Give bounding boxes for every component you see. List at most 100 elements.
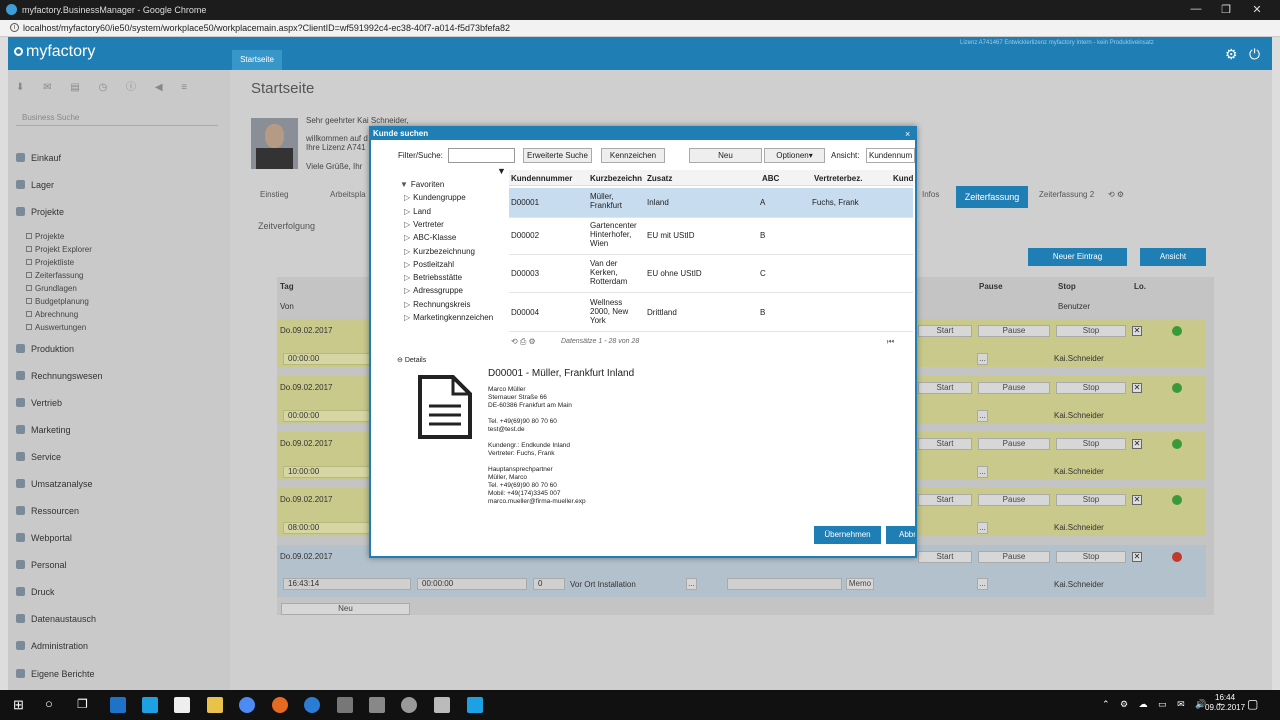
- stop-button[interactable]: Stop: [1056, 551, 1126, 563]
- lookup-button[interactable]: ...: [977, 410, 988, 422]
- start-button[interactable]: Start: [918, 494, 972, 506]
- details-toggle[interactable]: ⊖ Details: [397, 356, 426, 364]
- sidebar-item-service[interactable]: Service: [16, 452, 216, 462]
- memo-button[interactable]: Memo: [846, 578, 874, 590]
- tree-node[interactable]: ▷ Land: [404, 207, 431, 216]
- delete-icon[interactable]: ✕: [1132, 439, 1142, 449]
- task-view-icon[interactable]: ❐: [77, 697, 88, 711]
- col-von[interactable]: Von: [280, 302, 294, 311]
- count-field[interactable]: 0: [533, 578, 565, 590]
- sidebar-item-druck[interactable]: Druck: [16, 587, 216, 597]
- pause-button[interactable]: Pause: [978, 551, 1050, 563]
- tree-node[interactable]: ▷ Vertreter: [404, 220, 444, 229]
- table-row[interactable]: [509, 255, 913, 293]
- lookup-button[interactable]: ...: [977, 353, 988, 365]
- apply-button[interactable]: Übernehmen: [814, 526, 881, 544]
- pause-button[interactable]: Pause: [978, 438, 1050, 450]
- start-time-field[interactable]: 16:43:14: [283, 578, 411, 590]
- sidebar-item-administration[interactable]: Administration: [16, 641, 216, 651]
- url-text[interactable]: localhost/myfactory60/ie50/system/workpl…: [23, 23, 510, 33]
- power-icon[interactable]: ⏻: [1249, 46, 1260, 63]
- settings-gear-icon[interactable]: ⚙: [1225, 46, 1238, 63]
- sidebar-item-ressourcen[interactable]: Ressourcen: [16, 506, 216, 516]
- skype-business-icon[interactable]: [467, 697, 483, 713]
- stop-button[interactable]: Stop: [1056, 382, 1126, 394]
- minimize-button[interactable]: —: [1186, 3, 1206, 15]
- chrome-icon[interactable]: [239, 697, 255, 713]
- tree-node[interactable]: ▷ Postleitzahl: [404, 260, 454, 269]
- search-icon[interactable]: ○: [45, 696, 53, 711]
- col-benutzer[interactable]: Benutzer: [1058, 302, 1090, 311]
- sidebar-item-marketing[interactable]: Marketing: [16, 425, 216, 435]
- notepad-icon[interactable]: [434, 697, 450, 713]
- explorer-icon[interactable]: [207, 697, 223, 713]
- tab-arbeitsplatz[interactable]: Arbeitspla: [330, 190, 366, 204]
- sidebar-item-produktion[interactable]: Produktion: [16, 344, 216, 354]
- delete-icon[interactable]: ✕: [1132, 326, 1142, 336]
- activity-lookup-button[interactable]: ...: [686, 578, 697, 590]
- first-page-icon[interactable]: ⏮: [887, 337, 894, 347]
- col-kurzbezeichnung[interactable]: Kurzbezeichn: [590, 174, 642, 183]
- skype-icon[interactable]: [142, 697, 158, 713]
- sidebar-subitem[interactable]: Abrechnung: [26, 310, 78, 319]
- sidebar-subitem[interactable]: Projektliste: [26, 258, 74, 267]
- clock[interactable]: 16:44 09.02.2017: [1205, 693, 1245, 713]
- sidebar-item-vertrieb[interactable]: Vertrieb: [16, 398, 216, 408]
- tree-node[interactable]: ▷ Betriebsstätte: [404, 273, 462, 282]
- pause-button[interactable]: Pause: [978, 494, 1050, 506]
- sidebar-item-eigene-berichte[interactable]: Eigene Berichte: [16, 669, 216, 679]
- lookup-button[interactable]: ...: [977, 522, 988, 534]
- tab-zeiterfassung-2[interactable]: Zeiterfassung 2: [1039, 190, 1094, 204]
- start-button[interactable]: Start: [918, 438, 972, 450]
- notifications-icon[interactable]: ▢: [1247, 697, 1258, 711]
- tree-node[interactable]: ▼ Favoriten: [400, 180, 444, 189]
- pause-button[interactable]: Pause: [978, 325, 1050, 337]
- tree-node[interactable]: ▷ Rechnungskreis: [404, 300, 471, 309]
- view-button[interactable]: Ansicht: [1140, 248, 1206, 266]
- new-customer-button[interactable]: Neu: [689, 148, 762, 163]
- maximize-button[interactable]: ❐: [1216, 3, 1236, 16]
- tools-icon[interactable]: [337, 697, 353, 713]
- filter-icon[interactable]: ▼: [497, 166, 506, 176]
- table-row[interactable]: [509, 294, 913, 332]
- col-abc[interactable]: ABC: [762, 174, 779, 183]
- tree-node[interactable]: ▷ Marketingkennzeichen: [404, 313, 493, 322]
- cancel-button[interactable]: Abbrechen: [886, 526, 915, 544]
- windows-start-icon[interactable]: ⊞: [13, 697, 24, 713]
- edge-icon[interactable]: [110, 697, 126, 713]
- refresh-icon[interactable]: ⟲ ⚙: [1108, 190, 1124, 204]
- tree-node[interactable]: ▷ Adressgruppe: [404, 286, 463, 295]
- start-button[interactable]: Start: [918, 382, 972, 394]
- col-vertreter[interactable]: Vertreterbez.: [814, 174, 862, 183]
- col-zusatz[interactable]: Zusatz: [647, 174, 672, 183]
- lookup-button[interactable]: ...: [977, 466, 988, 478]
- sidebar-item-personal[interactable]: Personal: [16, 560, 216, 570]
- elapsed-field[interactable]: 00:00:00: [417, 578, 527, 590]
- options-button[interactable]: Optionen▾: [764, 148, 825, 163]
- tree-node[interactable]: ▷ Kurzbezeichnung: [404, 247, 475, 256]
- grid-toolbar-icons[interactable]: ⟲ ⎙ ⚙: [511, 337, 536, 347]
- sidebar-toolbar-icons[interactable]: ⬇ ✉ ▤ ◷ ⓘ ◀ ≡: [16, 78, 195, 93]
- sidebar-subitem[interactable]: Projekt Explorer: [26, 245, 92, 254]
- delete-icon[interactable]: ✕: [1132, 552, 1142, 562]
- sidebar-item-webportal[interactable]: Webportal: [16, 533, 216, 543]
- tree-node[interactable]: ▷ Kundengruppe: [404, 193, 466, 202]
- close-window-button[interactable]: ✕: [1247, 3, 1267, 16]
- activity-text[interactable]: Vor Ort Installation: [570, 580, 636, 589]
- table-row[interactable]: [509, 217, 913, 255]
- note-field[interactable]: [727, 578, 842, 590]
- tab-zeiterfassung[interactable]: Zeiterfassung: [956, 186, 1028, 208]
- sidebar-item-einkauf[interactable]: Einkauf: [16, 153, 216, 163]
- sidebar-item-umsatzanalyse[interactable]: Umsatzanalyse: [16, 479, 216, 489]
- sidebar-subitem[interactable]: Auswertungen: [26, 323, 86, 332]
- new-entry-button[interactable]: Neuer Eintrag: [1028, 248, 1127, 266]
- pause-button[interactable]: Pause: [978, 382, 1050, 394]
- filter-input[interactable]: [448, 148, 515, 163]
- kennzeichen-button[interactable]: Kennzeichen: [601, 148, 665, 163]
- store-icon[interactable]: [174, 697, 190, 713]
- sidebar-item-lager[interactable]: Lager: [16, 180, 216, 190]
- tab-einstieg[interactable]: Einstieg: [260, 190, 288, 204]
- sidebar-subitem[interactable]: Budgetplanung: [26, 297, 89, 306]
- sidebar-subitem[interactable]: Grundlagen: [26, 284, 77, 293]
- stop-button[interactable]: Stop: [1056, 438, 1126, 450]
